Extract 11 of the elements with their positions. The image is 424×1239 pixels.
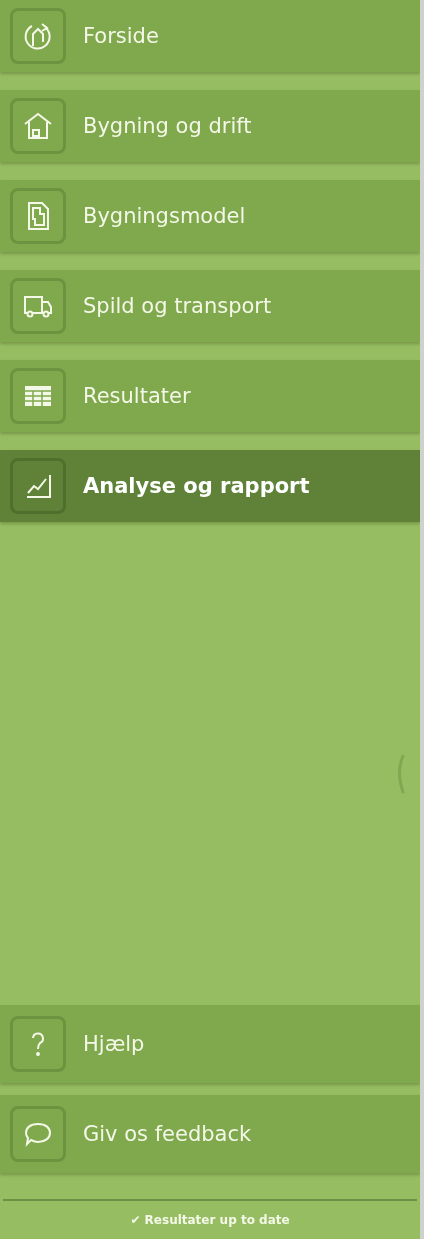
nav-item[interactable]: Forside [0,0,420,72]
menu-item[interactable]: Hjælp [0,1005,420,1083]
refresh-house-icon [22,20,54,52]
menu-item[interactable]: Giv os feedback [0,1095,420,1173]
nav-item[interactable]: Spild og transport [0,270,420,342]
nav-item[interactable]: Bygning og drift [0,90,420,162]
status-text: ✔ Resultater up to date [130,1213,290,1227]
nav-item[interactable]: Bygningsmodel [0,180,420,252]
nav-item[interactable]: Analyse og rapport [0,450,420,522]
house-icon [22,110,54,142]
nav-item[interactable]: Resultater [0,360,420,432]
